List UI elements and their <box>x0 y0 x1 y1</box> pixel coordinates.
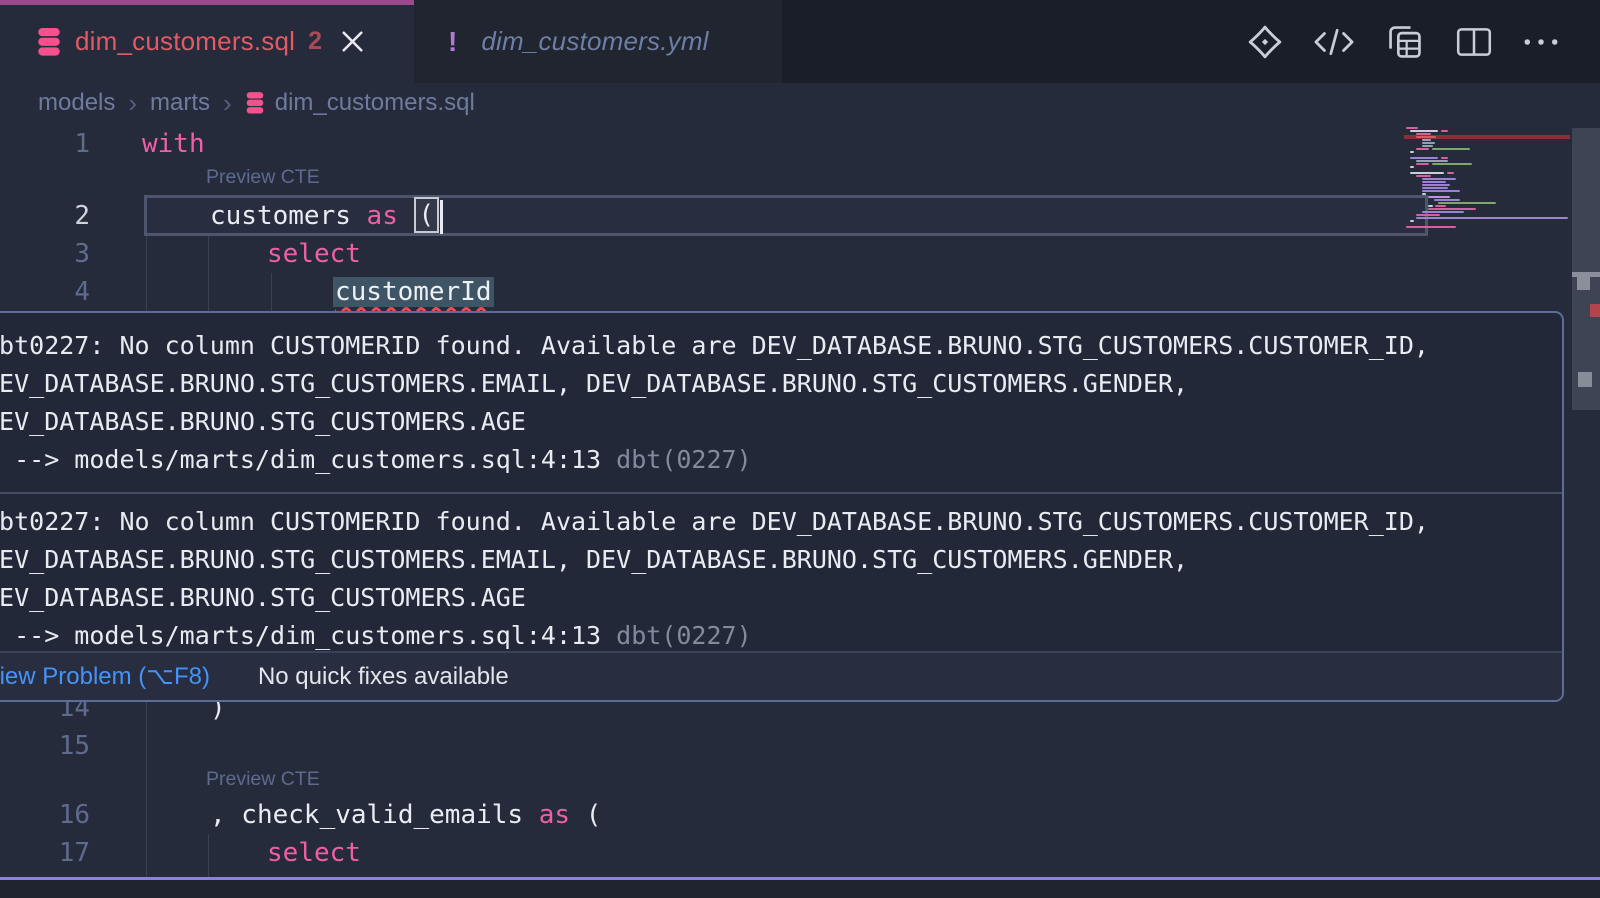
breadcrumb-item-models[interactable]: models <box>38 89 115 117</box>
code-line[interactable]: 15 <box>0 727 1400 765</box>
tab-bar: dim_customers.sql 2 ! dim_customers.yml <box>0 0 1600 83</box>
line-number[interactable]: 2 <box>0 197 90 235</box>
line-number[interactable]: 4 <box>0 273 90 311</box>
editor-actions <box>1246 0 1560 83</box>
line-number[interactable]: 15 <box>0 727 90 765</box>
line-number[interactable]: 3 <box>0 235 90 273</box>
error-highlighted-word: customerId <box>333 277 494 307</box>
more-actions-icon[interactable] <box>1522 36 1560 48</box>
error-location-line: --> models/marts/dim_customers.sql:4:13 … <box>0 441 1562 479</box>
query-results-icon[interactable] <box>1384 22 1426 62</box>
active-tab-indicator <box>0 0 414 5</box>
dbt-logo-icon[interactable] <box>1246 23 1284 61</box>
code-text[interactable]: customerId <box>333 273 494 311</box>
overview-ruler-mark <box>1578 372 1592 387</box>
editor-window: dim_customers.sql 2 ! dim_customers.yml <box>0 0 1600 898</box>
error-message-line: DEV_DATABASE.BRUNO.STG_CUSTOMERS.AGE <box>0 579 1562 617</box>
error-message-line: DEV_DATABASE.BRUNO.STG_CUSTOMERS.EMAIL, … <box>0 541 1562 579</box>
breadcrumb-item-file[interactable]: dim_customers.sql <box>275 89 475 117</box>
code-line[interactable]: 2 customers as ( <box>0 197 1400 235</box>
bracket-match-box: ( <box>414 197 440 233</box>
compiled-code-icon[interactable] <box>1312 25 1356 59</box>
view-problem-link[interactable]: View Problem (⌥F8) <box>0 662 210 691</box>
error-message-line: DEV_DATABASE.BRUNO.STG_CUSTOMERS.EMAIL, … <box>0 365 1562 403</box>
error-message-block: dbt0227: No column CUSTOMERID found. Ava… <box>0 494 1562 655</box>
text-cursor <box>440 200 443 234</box>
chevron-right-icon: › <box>128 91 137 115</box>
database-icon <box>245 92 265 114</box>
split-editor-icon[interactable] <box>1454 24 1494 60</box>
no-quick-fixes-label: No quick fixes available <box>258 663 509 691</box>
code-text[interactable]: select <box>267 235 361 273</box>
preview-cte-codelens[interactable]: Preview CTE <box>206 166 320 189</box>
tab-title: dim_customers.yml <box>481 26 708 57</box>
error-location-line: --> models/marts/dim_customers.sql:4:13 … <box>0 617 1562 655</box>
code-text[interactable]: , check_valid_emails as ( <box>210 796 601 834</box>
minimap-line <box>1404 226 1570 229</box>
code-editor[interactable]: 1with2customers as (3select4customerId14… <box>0 122 1600 898</box>
overview-ruler-mark <box>1577 276 1590 290</box>
tab-dim-customers-yml[interactable]: ! dim_customers.yml <box>414 0 782 83</box>
tab-dim-customers-sql[interactable]: dim_customers.sql 2 <box>0 0 414 83</box>
line-number[interactable]: 16 <box>0 796 90 834</box>
line-number[interactable]: 17 <box>0 834 90 872</box>
preview-cte-codelens[interactable]: Preview CTE <box>206 768 320 791</box>
code-text[interactable]: select <box>267 834 361 872</box>
hover-footer: View Problem (⌥F8) No quick fixes availa… <box>0 651 1562 700</box>
database-icon <box>36 28 62 56</box>
code-text[interactable]: with <box>142 125 205 163</box>
scrollbar-slider[interactable] <box>1572 128 1600 410</box>
error-message-block: dbt0227: No column CUSTOMERID found. Ava… <box>0 313 1562 492</box>
error-code: dbt(0227) <box>616 445 751 474</box>
error-marker-icon: ! <box>448 26 457 58</box>
overview-ruler-mark <box>1590 304 1600 317</box>
code-line[interactable]: 3 select <box>0 235 1400 273</box>
code-line[interactable]: 1 with <box>0 125 1400 163</box>
code-line[interactable]: 17 select <box>0 834 1400 872</box>
breadcrumb: models › marts › dim_customers.sql <box>0 83 1600 122</box>
tab-title: dim_customers.sql <box>75 26 295 57</box>
breadcrumb-item-marts[interactable]: marts <box>150 89 210 117</box>
close-tab-icon[interactable] <box>342 31 363 52</box>
chevron-right-icon: › <box>223 91 232 115</box>
error-message-line: DEV_DATABASE.BRUNO.STG_CUSTOMERS.AGE <box>0 403 1562 441</box>
code-line[interactable]: 4 customerId <box>0 273 1400 311</box>
error-hover-popup: dbt0227: No column CUSTOMERID found. Ava… <box>0 311 1564 702</box>
line-number[interactable]: 1 <box>0 125 90 163</box>
code-line[interactable]: 16 , check_valid_emails as ( <box>0 796 1400 834</box>
error-code: dbt(0227) <box>616 621 751 650</box>
tab-problem-badge: 2 <box>308 27 322 56</box>
error-location-link[interactable]: --> models/marts/dim_customers.sql:4:13 <box>0 621 616 650</box>
bottom-strip <box>0 880 1600 898</box>
code-text[interactable]: customers as ( <box>210 197 443 235</box>
error-message-line: dbt0227: No column CUSTOMERID found. Ava… <box>0 327 1562 365</box>
error-message-line: dbt0227: No column CUSTOMERID found. Ava… <box>0 503 1562 541</box>
error-location-link[interactable]: --> models/marts/dim_customers.sql:4:13 <box>0 445 616 474</box>
scrollbar <box>1572 122 1600 898</box>
